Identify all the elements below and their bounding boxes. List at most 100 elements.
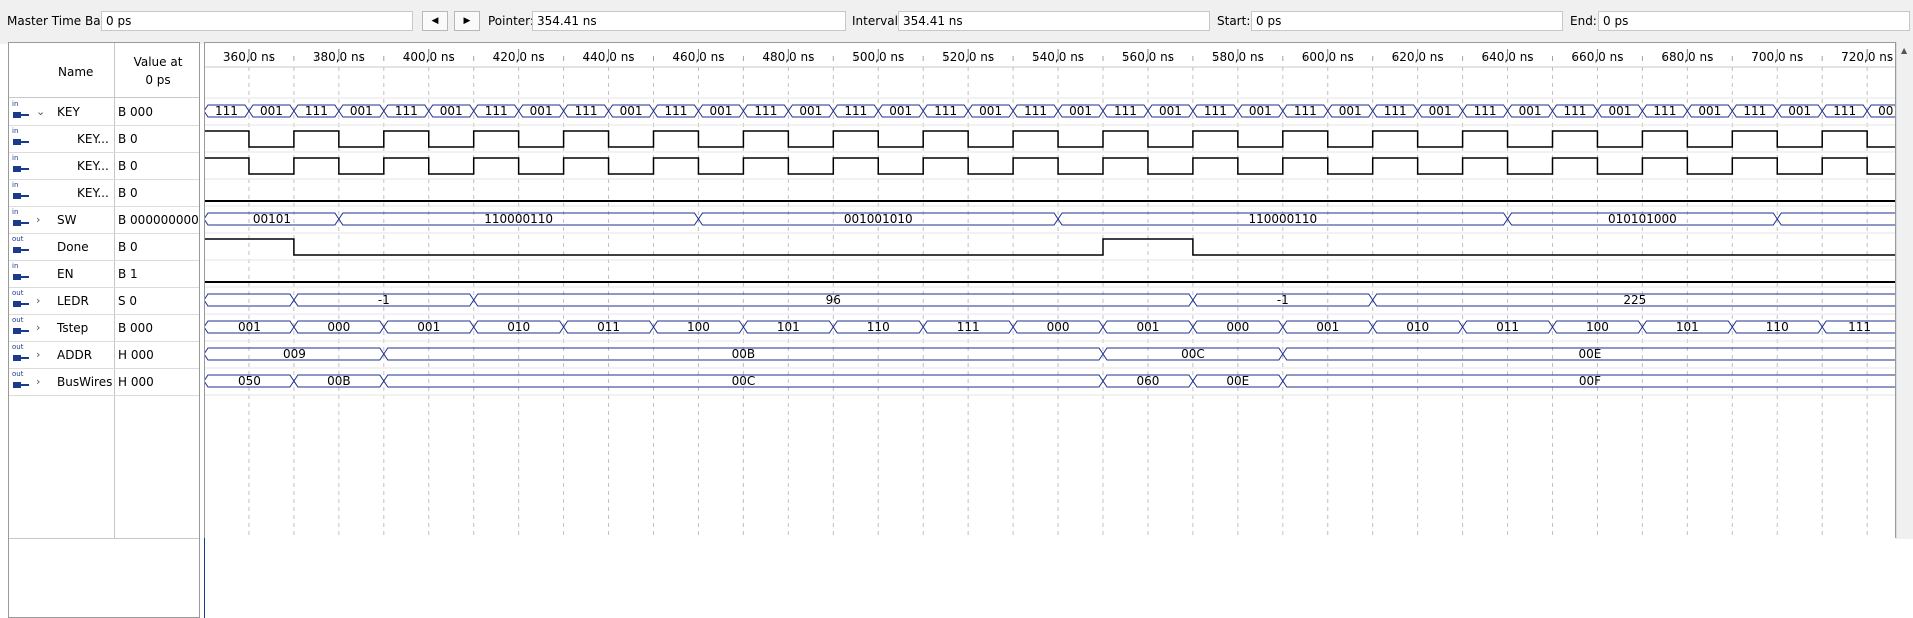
start-field[interactable]: 0 ps [1251,11,1563,31]
bus-segment [1776,212,1895,226]
bus-value: 111 [1384,104,1407,118]
bus-value: 111 [665,104,688,118]
signal-row[interactable]: in › SW B 000000000 [9,207,199,234]
scroll-up-icon[interactable]: ▲ [1901,46,1907,55]
interval-field[interactable]: 354.41 ns [898,11,1210,31]
input-pin-icon: in [12,154,32,176]
pin-direction-label: out [12,343,24,351]
ruler-label: 600,0 ns [1302,50,1354,64]
signal-name: KEY... [77,132,109,146]
chevron-right-icon[interactable]: › [36,348,40,361]
output-pin-icon: out [12,316,32,338]
ruler-label: 640,0 ns [1482,50,1534,64]
ruler-label: 380,0 ns [313,50,365,64]
next-transition-button[interactable]: ▶ [454,11,480,31]
bus-value: 001 [1069,104,1092,118]
signal-name: Tstep [57,321,89,335]
pin-direction-label: out [12,289,24,297]
signal-value: H 000 [118,348,154,362]
signal-value: B 1 [118,267,138,281]
pointer-field[interactable]: 354.41 ns [532,11,846,31]
start-label: Start: [1217,14,1251,28]
chevron-right-icon[interactable]: › [36,321,40,334]
previous-transition-button[interactable]: ◀ [422,11,448,31]
bus-value: -1 [1277,293,1289,307]
vertical-scrollbar[interactable]: ▲ [1896,42,1913,539]
bus-value: -1 [378,293,390,307]
ruler-label: 460,0 ns [672,50,724,64]
signal-row[interactable]: in KEY... B 0 [9,180,199,207]
bus-value: 110000110 [1248,212,1317,226]
input-pin-icon: in [12,208,32,230]
pin-direction-label: in [12,154,19,162]
bus-value: 111 [1294,104,1317,118]
bus-value: 001 [799,104,822,118]
signal-name: BusWires [57,375,113,389]
bus-value: 011 [597,320,620,334]
signal-name: Done [57,240,89,254]
waveform-canvas[interactable]: 360,0 ns 380,0 ns 400,0 ns 420,0 ns 440,0 ns… [205,43,1896,539]
bus-value: 111 [1848,320,1871,334]
triangle-right-icon: ▶ [463,16,471,26]
bus-value: 101 [777,320,800,334]
bus-value: 111 [957,320,980,334]
pin-direction-label: in [12,127,19,135]
name-column-header[interactable]: Name [58,65,93,79]
bus-value: 009 [283,347,306,361]
bus-value: 111 [575,104,598,118]
waveform-left-edge [204,538,205,618]
signal-value: S 0 [118,294,138,308]
pin-direction-label: in [12,262,19,270]
bus-value: 001 [1316,320,1339,334]
bus-value: 060 [1136,374,1159,388]
clock-waveform [205,157,1895,175]
signal-row[interactable]: out › Tstep B 000 [9,315,199,342]
bus-value: 111 [934,104,957,118]
end-field[interactable]: 0 ps [1598,11,1910,31]
signal-row[interactable]: in EN B 1 [9,261,199,288]
bus-value: 001 [1429,104,1452,118]
signal-row[interactable]: out Done B 0 [9,234,199,261]
signal-value: B 000 [118,321,153,335]
signal-value: B 000 [118,105,153,119]
output-pin-icon: out [12,235,32,257]
signal-row[interactable]: in KEY... B 0 [9,126,199,153]
ruler-label: 480,0 ns [762,50,814,64]
bus-value: 001 [1878,104,1896,118]
bus-value: 001001010 [844,212,913,226]
bus-value: 00C [1181,347,1205,361]
signal-row[interactable]: out › ADDR H 000 [9,342,199,369]
chevron-right-icon[interactable]: › [36,213,40,226]
signal-value: B 0 [118,186,138,200]
signal-row[interactable]: out › BusWires H 000 [9,369,199,396]
chevron-right-icon[interactable]: › [36,375,40,388]
chevron-right-icon[interactable]: › [36,294,40,307]
signal-row[interactable]: in KEY... B 0 [9,153,199,180]
panel-divider [9,538,199,539]
value-column-header[interactable]: Value at 0 ps [115,53,201,89]
bus-value: 111 [754,104,777,118]
bus-value: 001 [1339,104,1362,118]
waveform-empty-area [204,538,1896,618]
signal-name: KEY [57,105,80,119]
bus-value: 001 [440,104,463,118]
output-pin-icon: out [12,343,32,365]
toolbar: Master Time Bar: 0 ps ◀ ▶ Pointer: 354.4… [0,0,1913,44]
bus-value: 001 [889,104,912,118]
output-pin-icon: out [12,370,32,392]
waveform-panel[interactable]: 360,0 ns 380,0 ns 400,0 ns 420,0 ns 440,0 ns… [204,42,1896,539]
ruler-label: 520,0 ns [942,50,994,64]
bus-value: 001 [260,104,283,118]
signal-row[interactable]: in ⌄ KEY B 000 [9,99,199,126]
signal-row[interactable]: out › LEDR S 0 [9,288,199,315]
bus-value: 101 [1676,320,1699,334]
chevron-down-icon[interactable]: ⌄ [36,105,45,118]
master-time-bar-field[interactable]: 0 ps [101,11,413,31]
bus-value: 111 [305,104,328,118]
bus-value: 000 [1047,320,1070,334]
bus-value: 00F [1579,374,1601,388]
bus-value: 011 [1496,320,1519,334]
signal-name-panel: Name Value at 0 ps in ⌄ KEY B 000 in KEY... B … [8,42,200,618]
signal-value: B 0 [118,159,138,173]
ruler-label: 720,0 ns [1841,50,1893,64]
